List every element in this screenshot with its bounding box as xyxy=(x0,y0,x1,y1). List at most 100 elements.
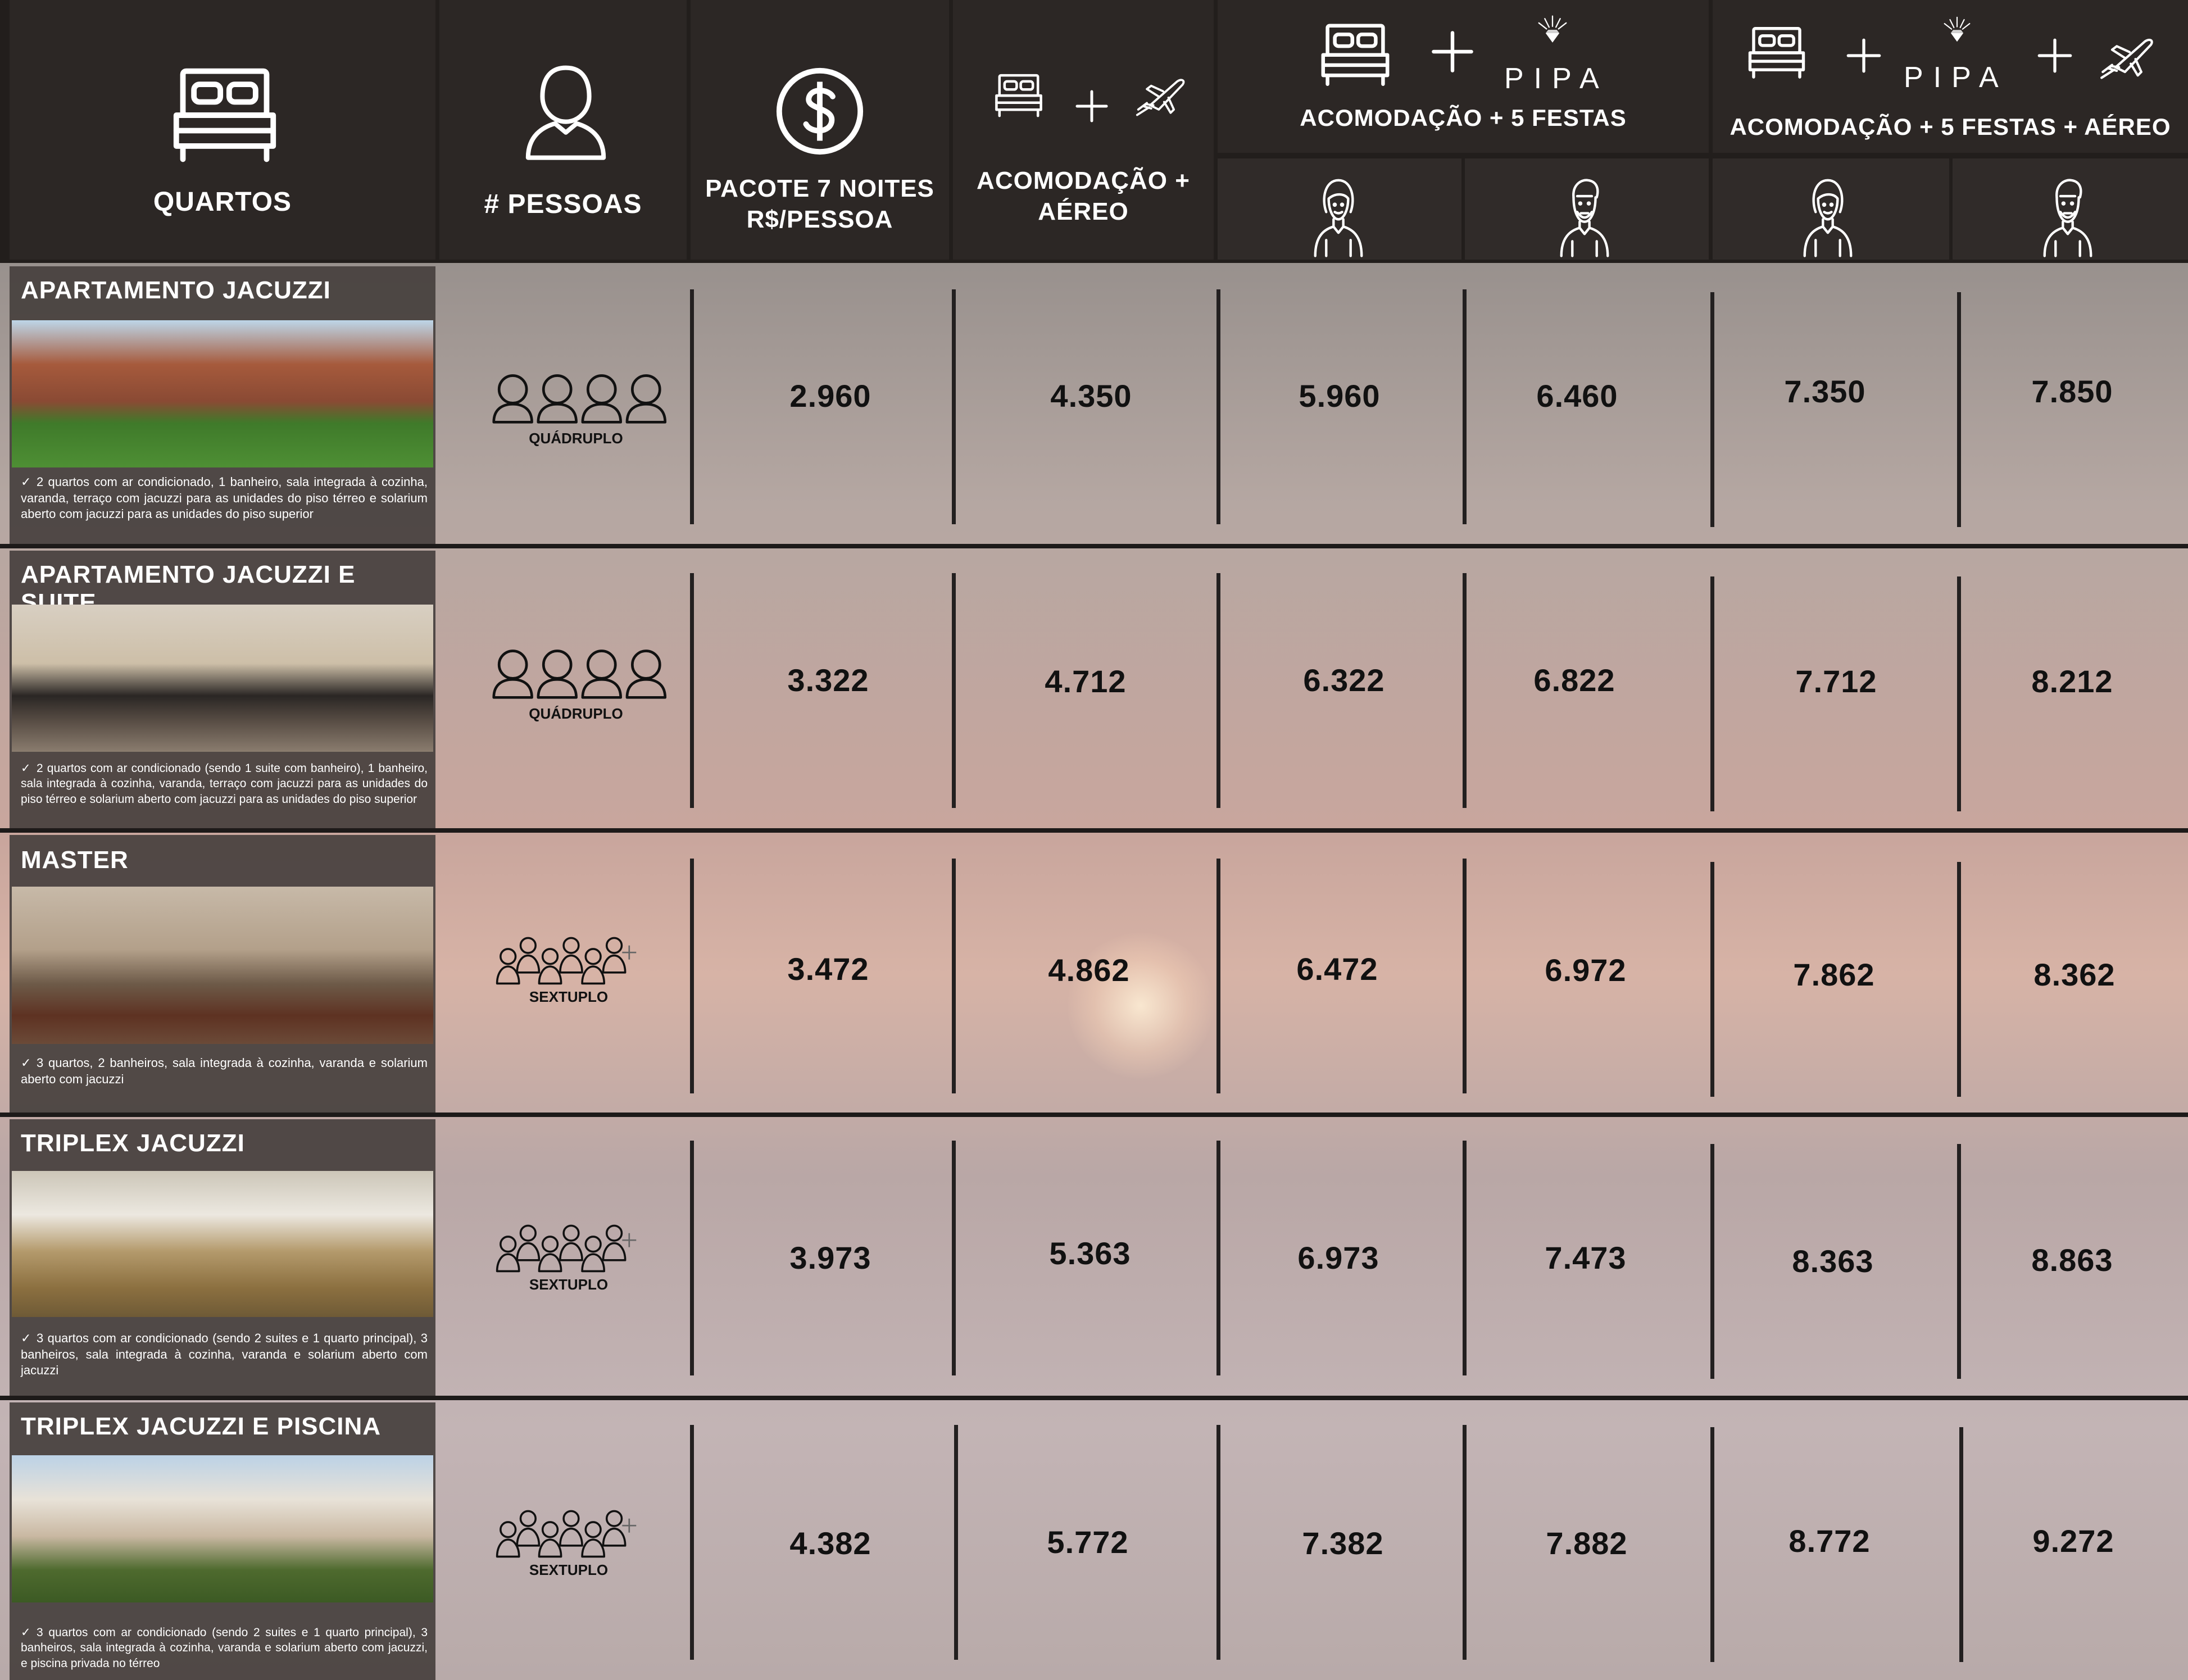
price-festas-man: 7.882 xyxy=(1546,1525,1628,1561)
column-divider xyxy=(954,1425,958,1660)
occupancy: QUÁDRUPLO xyxy=(492,371,660,447)
column-divider xyxy=(1216,289,1220,524)
column-divider xyxy=(1957,576,1961,811)
price-festas-woman: 7.382 xyxy=(1302,1525,1384,1561)
dollar-icon xyxy=(774,65,866,157)
column-divider xyxy=(952,289,956,524)
occupancy: SEXTUPLO xyxy=(484,1218,653,1293)
bed-icon xyxy=(1319,22,1392,89)
column-divider xyxy=(1710,1144,1714,1379)
group-icon xyxy=(492,646,671,700)
price-acom-aereo: 4.862 xyxy=(1048,952,1130,988)
header-cell-festas-man xyxy=(1465,158,1709,260)
header-acom-festas: ACOMODAÇÃO + 5 FESTAS xyxy=(1300,105,1627,131)
pipa-logo: PIPA xyxy=(1504,62,1609,95)
price-pacote: 3.472 xyxy=(787,951,869,987)
man-icon xyxy=(1554,174,1615,260)
price-acom-aereo: 4.350 xyxy=(1050,378,1132,414)
column-divider xyxy=(1216,573,1220,808)
column-divider xyxy=(952,573,956,808)
row-divider xyxy=(0,544,2188,548)
diamond-icon xyxy=(1531,13,1574,49)
column-divider xyxy=(1463,1141,1467,1375)
row-divider xyxy=(0,828,2188,833)
price-festas-woman: 6.973 xyxy=(1297,1240,1379,1275)
occupancy-label: SEXTUPLO xyxy=(529,1276,609,1293)
header-cell-acom-aereo: ACOMODAÇÃO + AÉREO xyxy=(953,0,1214,260)
header: QUARTOS # PESSOAS PACOTE 7 NOITES R$/PES… xyxy=(0,0,2188,263)
price-pacote: 2.960 xyxy=(789,378,871,414)
room-card: TRIPLEX JACUZZI E PISCINA ✓ 3 quartos com… xyxy=(10,1402,435,1680)
occupancy: SEXTUPLO xyxy=(484,930,653,1006)
header-cell-acom-festas: PIPA ACOMODAÇÃO + 5 FESTAS xyxy=(1218,0,1709,153)
row-divider xyxy=(0,1396,2188,1400)
man-icon xyxy=(2037,174,2099,260)
occupancy-label: QUÁDRUPLO xyxy=(529,705,623,722)
plus-icon xyxy=(1430,29,1475,74)
room-photo xyxy=(12,1171,433,1317)
column-divider xyxy=(1710,292,1714,527)
check-icon: ✓ xyxy=(21,1331,31,1345)
price-acom-aereo: 4.712 xyxy=(1045,664,1127,699)
room-description: 3 quartos com ar condicionado (sendo 2 s… xyxy=(21,1331,428,1378)
room-card: TRIPLEX JACUZZI ✓ 3 quartos com ar condic… xyxy=(10,1119,435,1396)
column-divider xyxy=(1710,1427,1714,1662)
occupancy-label: QUÁDRUPLO xyxy=(529,430,623,447)
header-pessoas: # PESSOAS xyxy=(484,189,642,219)
column-divider xyxy=(1710,862,1714,1097)
bed-icon xyxy=(993,73,1044,119)
bed-icon xyxy=(170,66,280,166)
room-photo xyxy=(12,320,433,467)
price-festas-aereo-woman: 7.350 xyxy=(1784,374,1866,409)
group-icon xyxy=(496,930,642,986)
diamond-icon xyxy=(1937,15,1977,48)
check-icon: ✓ xyxy=(21,1056,31,1070)
price-pacote: 3.322 xyxy=(787,662,869,698)
price-festas-aereo-man: 8.863 xyxy=(2031,1242,2113,1278)
price-festas-aereo-man: 8.212 xyxy=(2031,664,2113,699)
price-acom-aereo: 5.363 xyxy=(1049,1236,1131,1271)
room-description: 2 quartos com ar condicionado, 1 banheir… xyxy=(21,475,428,521)
group-icon xyxy=(496,1218,642,1273)
occupancy-label: SEXTUPLO xyxy=(529,988,609,1005)
column-divider xyxy=(1463,289,1467,524)
occupancy-label: SEXTUPLO xyxy=(529,1561,609,1578)
plus-icon xyxy=(1845,37,1882,74)
price-festas-aereo-woman: 8.363 xyxy=(1792,1243,1874,1279)
column-divider xyxy=(952,859,956,1093)
header-acom-aereo-line1: ACOMODAÇÃO + xyxy=(977,167,1190,194)
header-cell-acom-festas-aereo: PIPA ACOMODAÇÃO + 5 FESTAS + AÉREO xyxy=(1713,0,2188,153)
column-divider xyxy=(1463,573,1467,808)
price-pacote: 3.973 xyxy=(789,1240,871,1275)
woman-icon xyxy=(1308,174,1369,260)
room-photo xyxy=(12,1455,433,1602)
check-icon: ✓ xyxy=(21,762,31,775)
room-description: 3 quartos, 2 banheiros, sala integrada à… xyxy=(21,1056,428,1086)
room-card: MASTER ✓ 3 quartos, 2 banheiros, sala int… xyxy=(10,835,435,1113)
column-divider xyxy=(690,1425,694,1660)
occupancy: SEXTUPLO xyxy=(484,1504,653,1579)
airplane-icon xyxy=(2099,33,2158,81)
price-festas-aereo-man: 7.850 xyxy=(2031,374,2113,409)
price-pacote: 4.382 xyxy=(789,1525,871,1561)
price-festas-man: 6.460 xyxy=(1536,378,1618,414)
plus-icon xyxy=(2036,37,2073,74)
column-divider xyxy=(1216,859,1220,1093)
price-festas-man: 6.972 xyxy=(1545,952,1627,988)
group-icon xyxy=(492,371,671,425)
header-acom-aereo-line2: AÉREO xyxy=(1038,198,1129,225)
price-acom-aereo: 5.772 xyxy=(1047,1524,1129,1560)
price-festas-aereo-woman: 7.862 xyxy=(1793,957,1875,992)
column-divider xyxy=(1216,1425,1220,1660)
header-cell-festas-aereo-woman xyxy=(1713,158,1949,260)
header-pacote-line2: R$/PESSOA xyxy=(746,206,893,233)
person-icon xyxy=(521,62,611,162)
room-description: 3 quartos com ar condicionado (sendo 2 s… xyxy=(21,1626,428,1670)
plus-icon xyxy=(1074,89,1109,124)
header-cell-festas-woman xyxy=(1218,158,1461,260)
column-divider xyxy=(690,289,694,524)
price-festas-aereo-woman: 8.772 xyxy=(1788,1523,1871,1559)
column-divider xyxy=(1463,1425,1467,1660)
room-photo xyxy=(12,887,433,1044)
price-festas-woman: 5.960 xyxy=(1299,378,1381,414)
